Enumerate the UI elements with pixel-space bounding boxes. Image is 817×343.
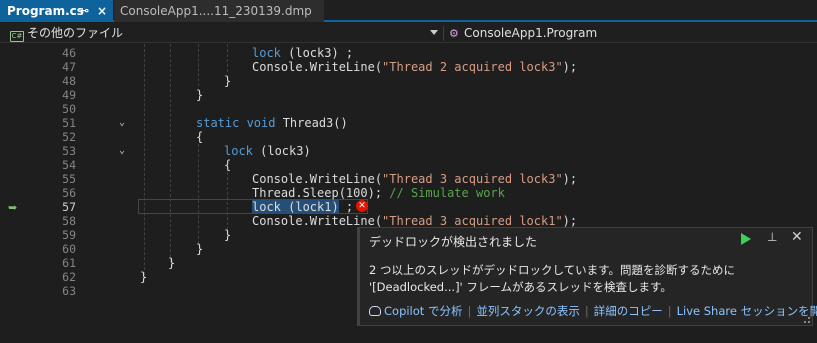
line-number: 57: [62, 200, 76, 214]
code-line: 50: [0, 102, 817, 116]
copilot-icon: [369, 306, 381, 316]
line-number: 56: [62, 186, 76, 200]
code-text: Thread3(): [275, 116, 348, 130]
code-text: Console.WriteLine(: [252, 172, 383, 186]
code-text: {: [196, 130, 204, 144]
exception-popup: デッドロックが検出されました ⊥ ✕ 2 つ以上のスレッドがデッドロックしていま…: [357, 227, 817, 326]
string-literal: "Thread 2 acquired lock3": [382, 60, 563, 74]
code-text: }: [140, 270, 148, 284]
tab-program-cs[interactable]: Program.cs ⊸ ×: [0, 0, 113, 22]
code-text: }: [168, 256, 176, 270]
project-label: その他のファイル: [27, 26, 124, 40]
separator: |: [584, 304, 589, 318]
chevron-down-icon[interactable]: [430, 30, 438, 35]
keyword: lock: [224, 144, 253, 158]
type-dropdown[interactable]: ⚙ ConsoleApp1.Program: [449, 24, 597, 43]
code-text: (lock3) ;: [280, 46, 354, 60]
pin-icon[interactable]: ⊸: [80, 0, 89, 22]
line-number: 62: [62, 270, 76, 284]
line-number: 48: [62, 74, 76, 88]
exception-error-icon[interactable]: ✕: [356, 200, 368, 212]
code-line-current: 57 lock (lock1) ;: [0, 200, 817, 214]
document-tab-bar: Program.cs ⊸ × ConsoleApp1....11_230139.…: [0, 0, 817, 22]
line-number: 53: [62, 144, 76, 158]
line-number: 50: [62, 102, 76, 116]
highlighted-statement: lock (lock1): [252, 200, 339, 214]
code-text: );: [562, 172, 578, 186]
type-label: ConsoleApp1.Program: [464, 26, 598, 40]
code-line: 54 {: [0, 158, 817, 172]
comment: // Simulate work: [389, 186, 505, 200]
code-text: );: [562, 60, 578, 74]
code-line: 55 Console.WriteLine("Thread 3 acquired …: [0, 172, 817, 186]
tab-dump-file[interactable]: ConsoleApp1....11_230139.dmp: [114, 0, 324, 22]
line-number: 52: [62, 130, 76, 144]
code-text: Console.WriteLine(: [252, 214, 383, 228]
code-text: Thread.Sleep(100);: [252, 186, 390, 200]
line-number: 49: [62, 88, 76, 102]
resize-grip-icon[interactable]: [804, 317, 810, 323]
project-dropdown[interactable]: C# その他のファイル: [10, 24, 123, 43]
string-literal: "Thread 3 acquired lock1": [382, 214, 563, 228]
line-number: 59: [62, 228, 76, 242]
code-text: Console.WriteLine(: [252, 60, 383, 74]
code-text: {: [224, 158, 232, 172]
show-parallel-stacks-link[interactable]: 並列スタックの表示: [476, 304, 580, 318]
line-number: 58: [62, 214, 76, 228]
continue-play-icon[interactable]: [741, 233, 751, 245]
divider: [443, 26, 444, 41]
code-line: 48 }: [0, 74, 817, 88]
line-number: 47: [62, 60, 76, 74]
line-number: 46: [62, 46, 76, 60]
navigation-bar: C# その他のファイル ⚙ ConsoleApp1.Program: [0, 24, 817, 43]
code-line: 47 Console.WriteLine("Thread 2 acquired …: [0, 60, 817, 74]
collapse-chevron-icon[interactable]: ⌄: [119, 144, 125, 158]
tab-label: Program.cs: [7, 4, 84, 18]
string-literal: "Thread 3 acquired lock3": [382, 172, 563, 186]
popup-title: デッドロックが検出されました: [369, 235, 538, 249]
line-number: 51: [62, 116, 76, 130]
code-line: 51 ⌄ static void Thread3(): [0, 116, 817, 130]
start-live-share-link[interactable]: Live Share セッションを開始...: [677, 304, 817, 318]
keyword: lock: [252, 46, 281, 60]
line-number: 63: [62, 284, 76, 298]
separator: |: [667, 304, 672, 318]
code-line: 58 Console.WriteLine("Thread 3 acquired …: [0, 214, 817, 228]
line-number: 54: [62, 158, 76, 172]
code-text: }: [196, 242, 204, 256]
code-line: 53 ⌄ lock (lock3): [0, 144, 817, 158]
popup-message: 2 つ以上のスレッドがデッドロックしています。問題を診断するために '[Dead…: [369, 263, 735, 294]
code-text: }: [196, 88, 204, 102]
code-text: ;: [338, 200, 354, 214]
line-number: 55: [62, 172, 76, 186]
code-line: 52 {: [0, 130, 817, 144]
analyze-with-copilot-link[interactable]: Copilot で分析: [384, 304, 462, 318]
code-line: 46 lock (lock3) ;: [0, 46, 817, 60]
copy-details-link[interactable]: 詳細のコピー: [594, 304, 663, 318]
close-icon[interactable]: ✕: [791, 229, 803, 245]
code-line: 56 Thread.Sleep(100); // Simulate work: [0, 186, 817, 200]
close-icon[interactable]: ×: [97, 0, 107, 22]
code-text: (lock3): [252, 144, 311, 158]
line-number: 60: [62, 242, 76, 256]
collapse-chevron-icon[interactable]: ⌄: [119, 116, 125, 130]
line-number: 61: [62, 256, 76, 270]
tab-label: ConsoleApp1....11_230139.dmp: [120, 4, 312, 18]
code-text: );: [562, 214, 578, 228]
class-icon: ⚙: [449, 27, 459, 40]
code-text: }: [224, 228, 232, 242]
code-line: 49 }: [0, 88, 817, 102]
separator: |: [467, 304, 472, 318]
popup-actions: Copilot で分析 | 並列スタックの表示 | 詳細のコピー | Live Share …: [369, 304, 817, 319]
pin-icon[interactable]: ⊥: [767, 230, 777, 244]
csharp-file-icon: C#: [10, 31, 24, 42]
code-text: }: [224, 74, 232, 88]
keyword: static void: [196, 116, 276, 130]
